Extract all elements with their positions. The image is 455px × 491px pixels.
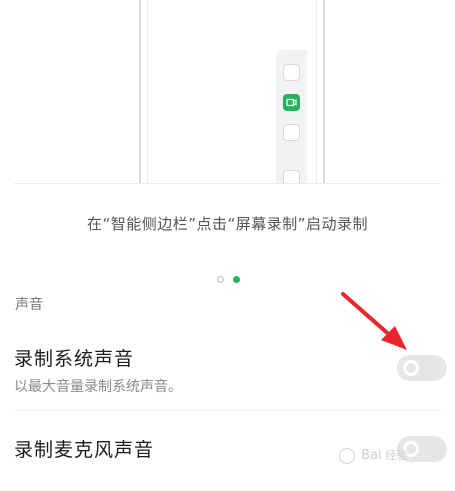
sidebar-slot [283, 64, 300, 81]
sidebar-slot [283, 124, 300, 141]
watermark: Bai 经验 [339, 447, 407, 464]
watermark-logo-icon [339, 447, 355, 464]
screen-record-icon [283, 94, 300, 111]
system-audio-toggle[interactable] [397, 355, 447, 381]
smart-sidebar-illustration [276, 50, 307, 184]
setting-title-mic-audio: 录制麦克风声音 [14, 439, 155, 461]
red-arrow-annotation [341, 292, 407, 350]
toggle-knob [403, 360, 419, 376]
illustration [0, 0, 455, 184]
page-dot[interactable] [217, 276, 224, 283]
illustration-divider [14, 183, 441, 184]
setting-title-system-audio: 录制系统声音 [14, 348, 135, 370]
section-title: 声音 [15, 297, 43, 313]
sidebar-slot [283, 170, 300, 184]
page-dot-active[interactable] [233, 276, 240, 283]
setting-description-system-audio: 以最大音量录制系统声音。 [14, 379, 182, 395]
row-divider [14, 410, 441, 411]
illustration-caption: 在“智能侧边栏”点击“屏幕录制”启动录制 [86, 215, 369, 233]
